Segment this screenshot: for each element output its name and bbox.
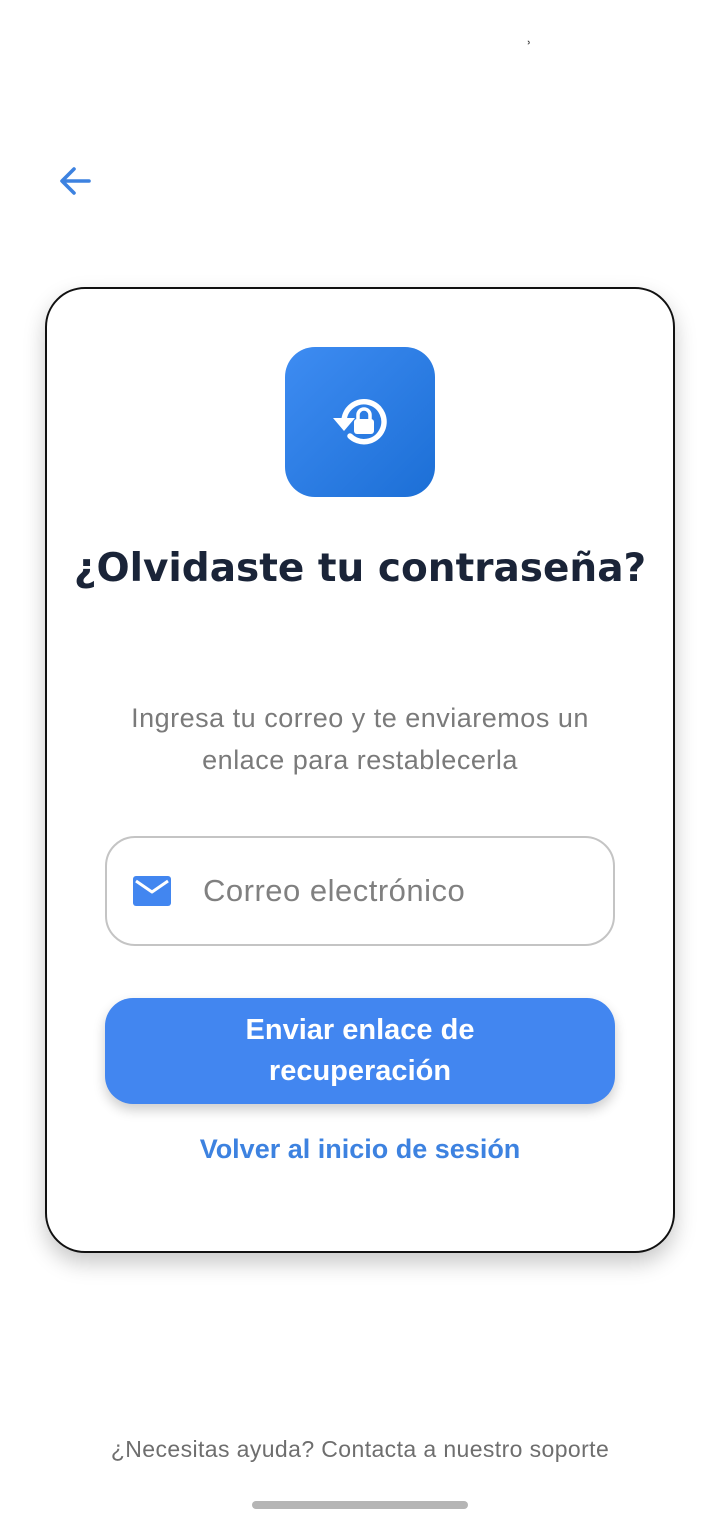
home-indicator[interactable] [252, 1501, 468, 1509]
email-field[interactable] [105, 836, 615, 946]
mail-icon [133, 876, 171, 906]
reset-card: ¿Olvidaste tu contraseña? Ingresa tu cor… [45, 287, 675, 1253]
forgot-password-screen: ˒ ¿Olvidaste tu contraseña? Ingresa tu c… [0, 0, 720, 1520]
lock-reset-glyph [333, 399, 387, 445]
back-to-login-link[interactable]: Volver al inicio de sesión [47, 1131, 673, 1167]
page-subtitle: Ingresa tu correo y te enviaremos un enl… [131, 703, 589, 775]
help-text[interactable]: ¿Necesitas ayuda? Contacta a nuestro sop… [0, 1433, 720, 1465]
page-title: ¿Olvidaste tu contraseña? [73, 546, 647, 591]
status-bar-glyph: ˒ [527, 36, 532, 52]
lock-reset-icon [285, 347, 435, 497]
arrow-left-icon [60, 167, 91, 195]
back-button[interactable] [50, 156, 100, 206]
email-input[interactable] [203, 856, 593, 926]
send-recovery-link-button[interactable]: Enviar enlace de recuperación [105, 998, 615, 1104]
